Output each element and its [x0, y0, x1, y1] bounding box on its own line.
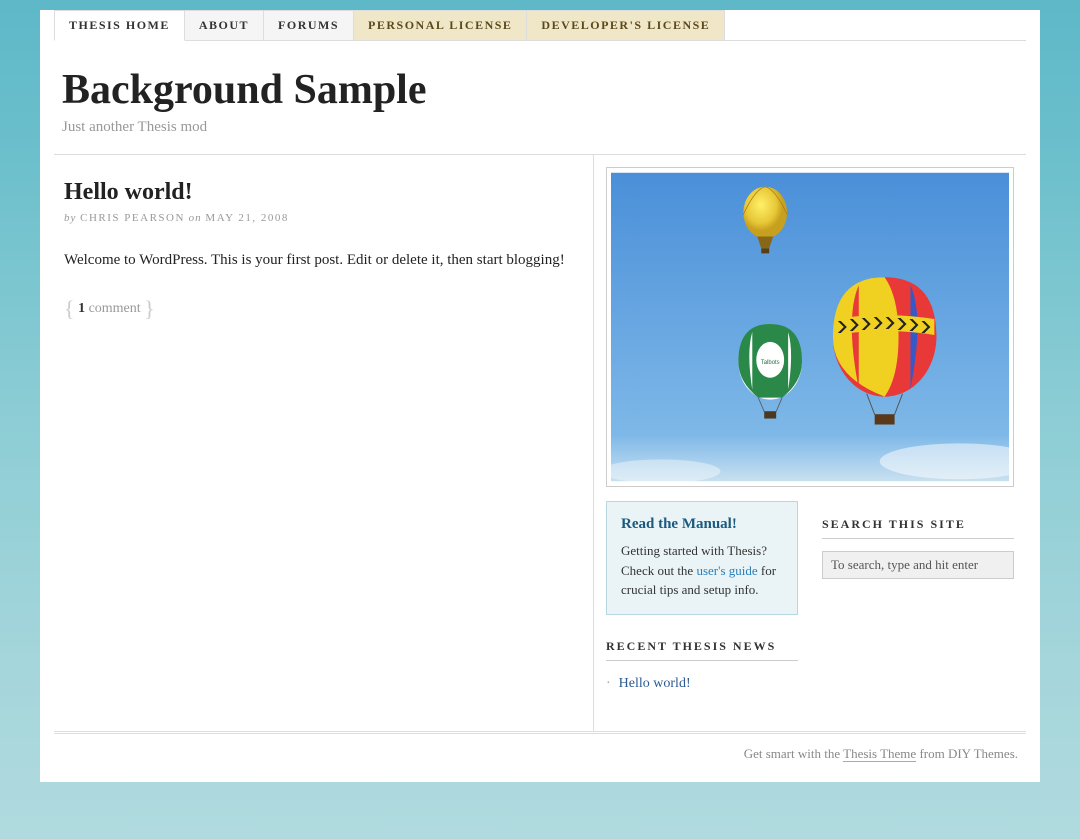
top-nav: THESIS HOME ABOUT FORUMS PERSONAL LICENS…: [54, 10, 1026, 41]
manual-title: Read the Manual!: [621, 516, 783, 533]
main-area: Hello world! by CHRIS PEARSON on MAY 21,…: [54, 154, 1026, 731]
site-header: Background Sample Just another Thesis mo…: [54, 41, 1026, 154]
sidebar: Talbots: [594, 155, 1026, 731]
footer-text-before: Get smart with the: [744, 746, 843, 761]
footer: Get smart with the Thesis Theme from DIY…: [54, 731, 1026, 782]
nav-tab-thesis-home[interactable]: THESIS HOME: [54, 10, 185, 41]
news-widget: RECENT THESIS NEWS Hello world!: [606, 639, 798, 695]
manual-text: Getting started with Thesis? Check out t…: [621, 541, 783, 600]
manual-widget: Read the Manual! Getting started with Th…: [606, 501, 798, 615]
search-widget-title: SEARCH THIS SITE: [822, 517, 1014, 539]
brace-left-icon: {: [64, 296, 75, 321]
content-column: Hello world! by CHRIS PEARSON on MAY 21,…: [54, 155, 594, 731]
post-meta-on: on: [189, 212, 202, 224]
page-container: THESIS HOME ABOUT FORUMS PERSONAL LICENS…: [40, 10, 1040, 782]
site-title[interactable]: Background Sample: [62, 67, 1026, 113]
post-meta: by CHRIS PEARSON on MAY 21, 2008: [64, 212, 565, 224]
site-tagline: Just another Thesis mod: [62, 119, 1026, 136]
manual-box: Read the Manual! Getting started with Th…: [606, 501, 798, 615]
nav-tab-forums[interactable]: FORUMS: [263, 10, 354, 40]
post-date: MAY 21, 2008: [205, 212, 289, 224]
users-guide-link[interactable]: user's guide: [696, 563, 757, 578]
sidebar-col-left: Read the Manual! Getting started with Th…: [606, 501, 798, 719]
svg-text:Talbots: Talbots: [761, 360, 780, 366]
post-title[interactable]: Hello world!: [64, 179, 565, 206]
sidebar-col-right: SEARCH THIS SITE: [822, 501, 1014, 719]
news-item: Hello world!: [606, 673, 798, 695]
post-author[interactable]: CHRIS PEARSON: [80, 212, 185, 224]
footer-thesis-link[interactable]: Thesis Theme: [843, 746, 916, 762]
nav-tab-personal-license[interactable]: PERSONAL LICENSE: [353, 10, 527, 40]
comment-number: 1: [78, 301, 85, 316]
brace-right-icon: }: [144, 296, 155, 321]
search-input[interactable]: [822, 551, 1014, 579]
balloons-image: Talbots: [611, 172, 1009, 482]
search-widget: SEARCH THIS SITE: [822, 517, 1014, 579]
comment-count-link[interactable]: { 1 comment }: [64, 296, 565, 322]
post-body: Welcome to WordPress. This is your first…: [64, 248, 565, 272]
sidebar-feature-image: Talbots: [606, 167, 1014, 487]
post-meta-by: by: [64, 212, 76, 224]
news-link-hello-world[interactable]: Hello world!: [619, 676, 691, 691]
nav-tab-developers-license[interactable]: DEVELOPER'S LICENSE: [526, 10, 725, 40]
footer-text-after: from DIY Themes.: [916, 746, 1018, 761]
sidebar-columns: Read the Manual! Getting started with Th…: [606, 501, 1014, 719]
news-widget-title: RECENT THESIS NEWS: [606, 639, 798, 661]
nav-tab-about[interactable]: ABOUT: [184, 10, 264, 40]
news-list: Hello world!: [606, 673, 798, 695]
comment-label: comment: [89, 301, 141, 316]
